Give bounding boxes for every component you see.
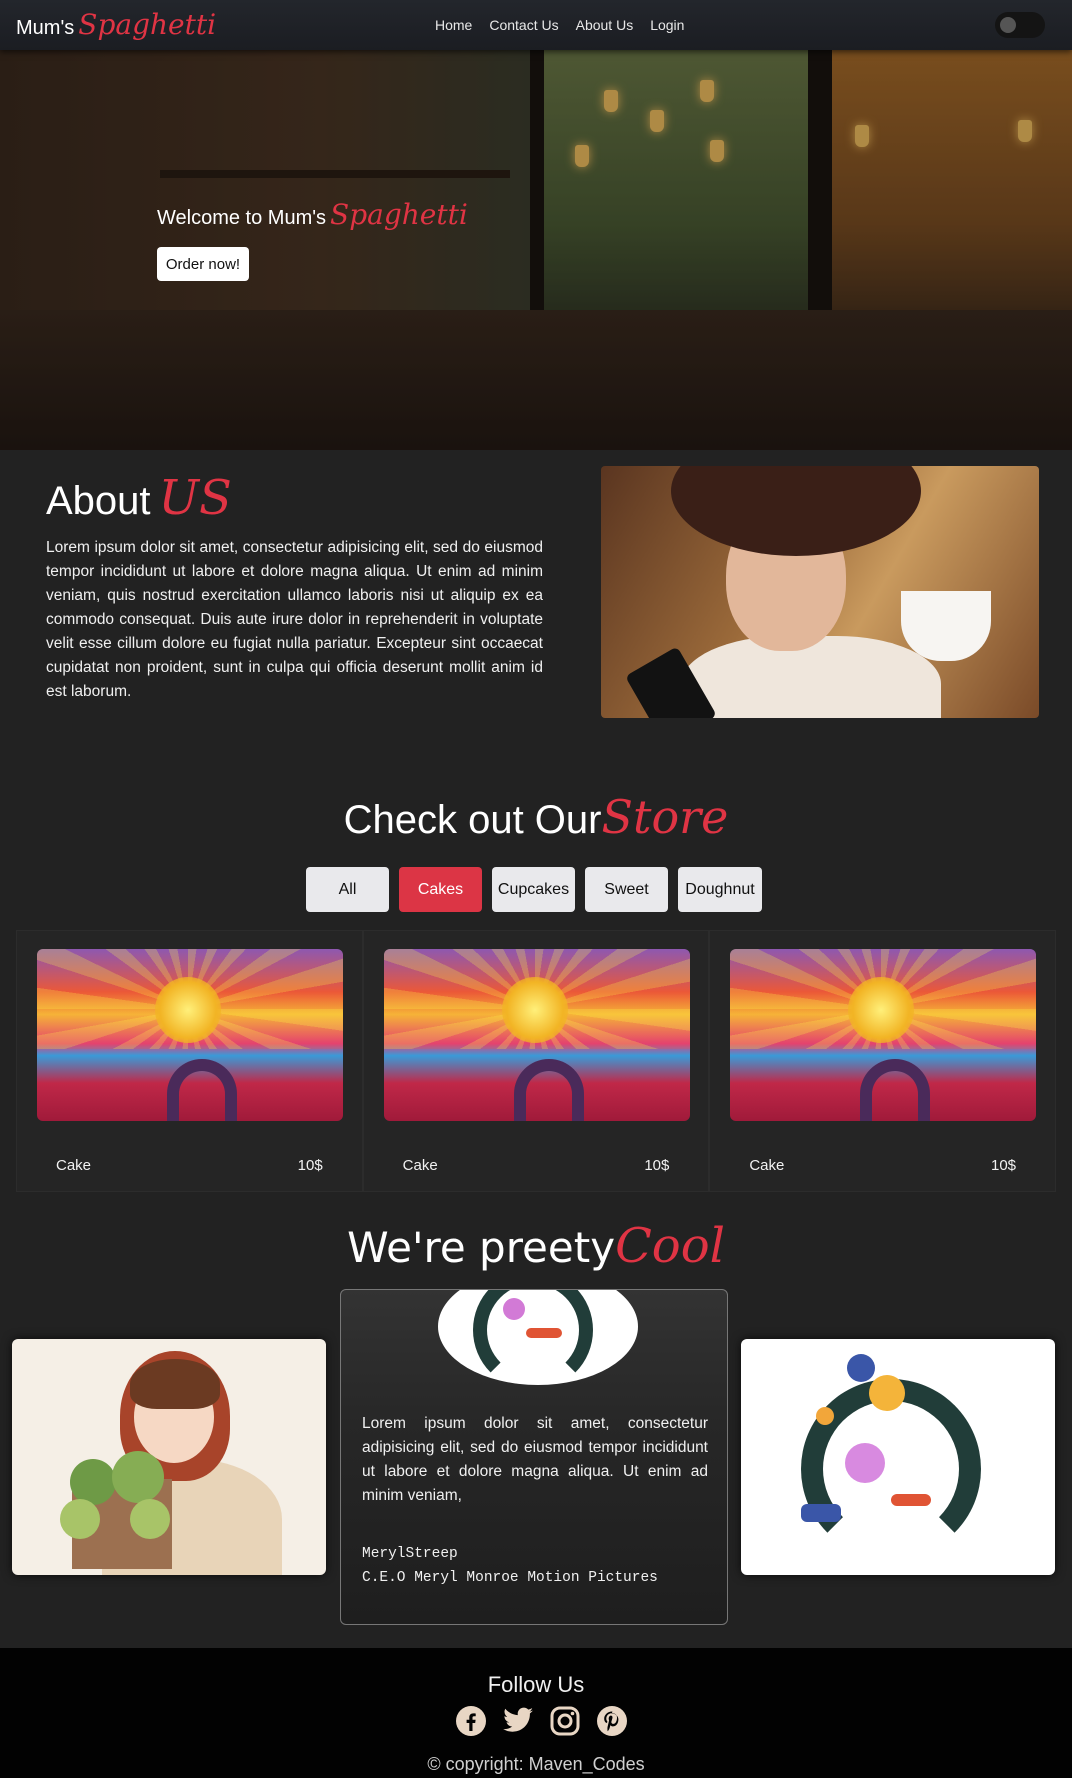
filter-cupcakes-button[interactable]: Cupcakes <box>492 867 575 912</box>
illustration-dot <box>816 1407 834 1425</box>
illustration-dot <box>503 1298 525 1320</box>
nav-home-link[interactable]: Home <box>435 17 472 33</box>
product-price: 10$ <box>644 1157 670 1174</box>
testimonial-quote: Lorem ipsum dolor sit amet, consectetur … <box>362 1415 708 1504</box>
product-name: Cake <box>402 1157 438 1174</box>
image-sun <box>501 977 568 1043</box>
illustration-dot <box>869 1375 905 1411</box>
image-wheel <box>513 1059 584 1121</box>
product-name: Cake <box>56 1157 92 1174</box>
social-links <box>454 1704 629 1738</box>
author-name: MerylStreep <box>362 1546 458 1562</box>
hero-welcome-prefix: Welcome to Mum's <box>157 207 327 229</box>
image-wheel <box>860 1059 931 1121</box>
hero-welcome-script: Spaghetti <box>330 198 468 231</box>
filter-sweet-button[interactable]: Sweet <box>585 867 668 912</box>
photo-hat <box>671 466 921 556</box>
testimonial-title-text: We're preety <box>347 1223 616 1272</box>
nav-contact-link[interactable]: Contact Us <box>489 17 558 33</box>
filter-cakes-button[interactable]: Cakes <box>399 867 482 912</box>
store-title: Check out OurStore <box>0 790 1072 844</box>
illustration-dot <box>845 1443 885 1483</box>
product-card[interactable]: Cake 10$ <box>16 930 363 1192</box>
illustration-dot <box>847 1354 875 1382</box>
nav-links: Home Contact Us About Us Login <box>435 17 684 33</box>
product-name: Cake <box>749 1157 785 1174</box>
testimonial-title-script: Cool <box>615 1218 725 1274</box>
copyright-text: © copyright: Maven_Codes <box>427 1754 645 1774</box>
about-title-script: US <box>158 470 232 526</box>
product-card[interactable]: Cake 10$ <box>709 930 1057 1192</box>
product-price: 10$ <box>297 1157 323 1174</box>
image-wheel <box>167 1059 237 1121</box>
brand-logo[interactable]: Mum's Spaghetti <box>16 8 216 41</box>
filter-all-button[interactable]: All <box>306 867 389 912</box>
navbar: Mum's Spaghetti Home Contact Us About Us … <box>0 0 1072 50</box>
facebook-icon[interactable] <box>454 1704 488 1738</box>
photo-shirt <box>681 636 941 718</box>
illustration-dot <box>526 1328 562 1338</box>
toggle-knob <box>1000 17 1016 33</box>
product-card[interactable]: Cake 10$ <box>362 930 710 1192</box>
product-image <box>730 949 1037 1121</box>
hero-banner: Welcome to Mum's Spaghetti Order now! <box>0 50 1072 450</box>
nav-about-link[interactable]: About Us <box>576 17 634 33</box>
store-title-text: Check out Our <box>343 798 602 842</box>
leaf-icon <box>70 1459 116 1505</box>
leaf-icon <box>60 1499 100 1539</box>
testimonial-avatar <box>438 1290 638 1385</box>
pinterest-icon[interactable] <box>595 1704 629 1738</box>
testimonial-author: MerylStreep C.E.O Meryl Monroe Motion Pi… <box>362 1542 658 1590</box>
theme-toggle[interactable] <box>995 12 1045 38</box>
filter-doughnut-button[interactable]: Doughnut <box>678 867 762 912</box>
illustration-card-left <box>12 1339 326 1575</box>
product-grid: Cake 10$ Cake 10$ Cake 10$ <box>16 930 1057 1192</box>
instagram-icon[interactable] <box>548 1704 582 1738</box>
illustration-card-right <box>741 1339 1055 1575</box>
product-image <box>383 949 690 1121</box>
illustration-dot <box>801 1504 841 1522</box>
store-title-script: Store <box>601 790 729 844</box>
brand-script: Spaghetti <box>78 8 217 41</box>
testimonial-card: Lorem ipsum dolor sit amet, consectetur … <box>340 1289 728 1625</box>
footer: Follow Us © copyright: Maven_Codes <box>0 1648 1072 1778</box>
hero-welcome: Welcome to Mum's Spaghetti <box>157 198 468 231</box>
nav-login-link[interactable]: Login <box>650 17 684 33</box>
leaf-icon <box>112 1451 164 1503</box>
follow-us-heading: Follow Us <box>487 1672 585 1697</box>
testimonial-title: We're preetyCool <box>0 1218 1072 1274</box>
about-title-text: About <box>46 479 151 523</box>
image-sun <box>848 977 915 1043</box>
product-price: 10$ <box>990 1157 1017 1174</box>
order-now-button[interactable]: Order now! <box>157 247 249 281</box>
twitter-icon[interactable] <box>501 1704 535 1738</box>
author-title: C.E.O Meryl Monroe Motion Pictures <box>362 1570 658 1586</box>
about-photo <box>601 466 1039 718</box>
about-paragraph: Lorem ipsum dolor sit amet, consectetur … <box>46 539 543 700</box>
product-image <box>37 949 343 1121</box>
image-sun <box>155 977 221 1043</box>
brand-prefix: Mum's <box>16 17 75 39</box>
about-title: About US <box>46 470 232 526</box>
illustration-dot <box>891 1494 931 1506</box>
store-filters: All Cakes Cupcakes Sweet Doughnut <box>306 867 762 912</box>
coffee-cup-icon <box>901 591 991 661</box>
illustration-hair <box>130 1359 220 1409</box>
leaf-icon <box>130 1499 170 1539</box>
